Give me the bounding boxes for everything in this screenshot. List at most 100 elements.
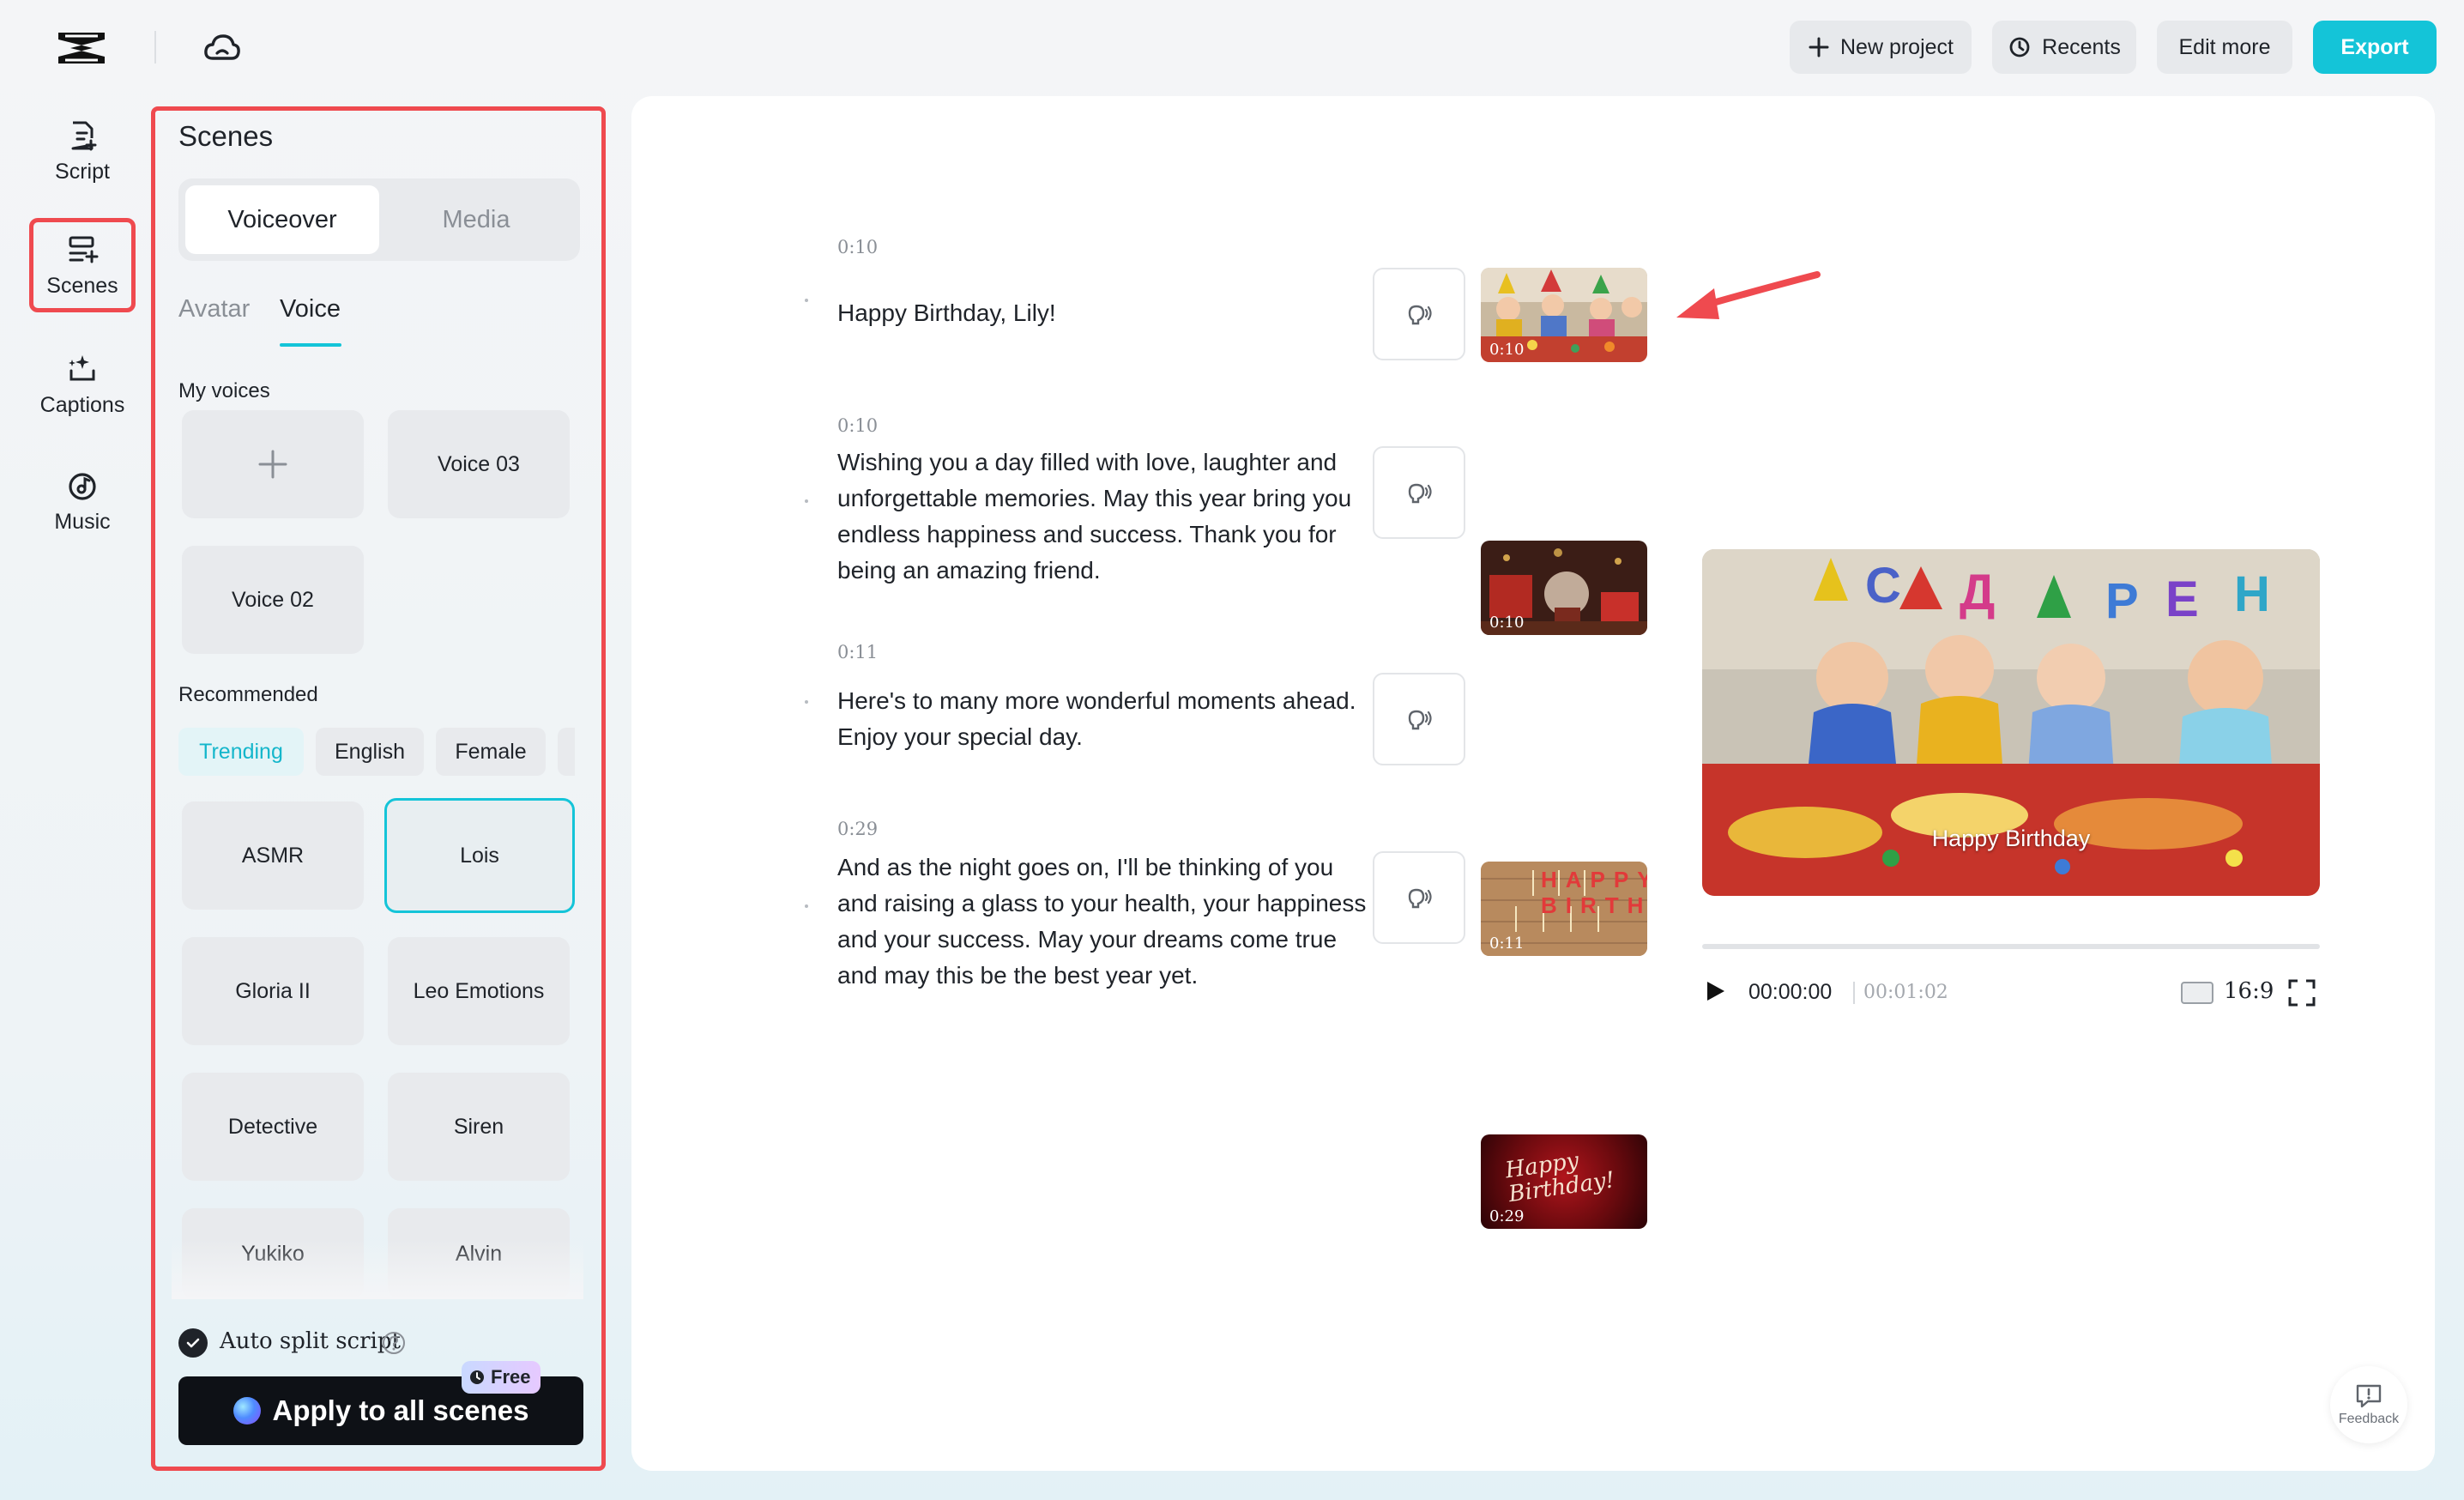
svg-text:Д: Д [1960,565,1995,620]
recents-button[interactable]: Recents [1992,21,2136,74]
total-time: 00:01:02 [1863,982,1948,1003]
voice-card-siren[interactable]: Siren [388,1073,570,1181]
help-icon[interactable] [381,1330,407,1356]
scene-1-handle[interactable] [805,299,808,302]
script-icon [71,121,97,150]
scene-2-voice-button[interactable] [1373,446,1465,539]
rail-item-scenes[interactable]: Scenes [29,218,136,312]
aspect-ratio-icon[interactable] [2181,982,2213,1004]
new-project-label: New project [1840,34,1954,59]
feedback-icon [2356,1384,2382,1408]
playback-progress-bar[interactable] [1702,944,2320,949]
scene-4-voice-button[interactable] [1373,851,1465,944]
panel-title: Scenes [178,120,274,152]
scene-3-thumb-letters: HAPPY BIRTHDAY [1541,867,1647,918]
current-time: 00:00:00 [1748,980,1833,1004]
scene-4-timestamp: 0:29 [837,819,879,839]
scene-3-voice-button[interactable] [1373,673,1465,765]
scenes-icon [69,236,99,263]
voice-speaker-icon [1408,305,1432,325]
scene-3-handle[interactable] [805,700,808,704]
voice-card-lois[interactable]: Lois [384,798,575,913]
play-icon [1707,982,1724,1001]
rail-item-captions[interactable]: Captions [29,336,136,432]
svg-text:Р: Р [2105,573,2139,629]
scene-3-text[interactable]: Here's to many more wonderful moments ah… [837,683,1369,755]
rail-item-script[interactable]: Script [29,103,136,199]
scene-2-handle[interactable] [805,499,808,503]
rail-item-captions-label: Captions [39,392,125,417]
edit-more-button[interactable]: Edit more [2157,21,2292,74]
clock-icon [470,1370,484,1384]
scene-4-handle[interactable] [805,904,808,908]
auto-split-checkbox[interactable] [178,1328,208,1358]
feedback-label: Feedback [2338,1412,2400,1426]
voice-speaker-icon [1408,710,1432,730]
preview-caption: Happy Birthday [1931,826,2091,851]
voice-speaker-icon [1408,888,1432,909]
auto-split-label: Auto split script [220,1328,401,1354]
recents-label: Recents [2042,34,2121,59]
voiceover-media-segmented-control: Voiceover Media [178,178,580,261]
scene-3-thumbnail[interactable]: HAPPY BIRTHDAY 0:11 [1481,862,1647,956]
music-icon [69,472,96,500]
tab-voiceover[interactable]: Voiceover [185,185,379,254]
rail-item-script-label: Script [55,159,110,184]
filter-chip-more[interactable] [558,728,575,776]
voice-card-asmr[interactable]: ASMR [182,801,364,910]
scene-1-thumbnail[interactable]: 0:10 [1481,268,1647,362]
voice-card-gloria-ii[interactable]: Gloria II [182,937,364,1045]
filter-chip-female[interactable]: Female [436,728,546,776]
filter-chip-english[interactable]: English [316,728,424,776]
voice-card-leo-emotions[interactable]: Leo Emotions [388,937,570,1045]
fullscreen-button[interactable] [2287,978,2316,1012]
add-voice-button[interactable] [182,410,364,518]
active-subtab-indicator [280,343,341,347]
aspect-ratio-label[interactable]: 16:9 [2224,978,2274,1004]
scene-1-text[interactable]: Happy Birthday, Lily! [837,295,1369,331]
plus-icon [258,450,287,479]
time-divider [1853,982,1855,1004]
video-preview[interactable]: C Д Р Е Н Happy Birthday [1702,549,2320,896]
subtab-avatar[interactable]: Avatar [178,295,250,324]
voice-card-voice-02[interactable]: Voice 02 [182,546,364,654]
history-icon [2009,37,2030,57]
apply-button-label: Apply to all scenes [272,1394,529,1426]
scene-3-timestamp: 0:11 [837,642,879,662]
annotation-arrow [1670,268,1824,332]
feedback-button[interactable]: Feedback [2330,1366,2407,1443]
voice-speaker-icon [1408,483,1432,504]
filter-chip-trending[interactable]: Trending [178,728,304,776]
fullscreen-icon [2288,979,2316,1007]
scene-1-timestamp: 0:10 [837,237,879,257]
scene-2-text[interactable]: Wishing you a day filled with love, laug… [837,445,1369,589]
scene-2-thumb-duration: 0:10 [1489,614,1525,632]
scene-4-text[interactable]: And as the night goes on, I'll be thinki… [837,850,1369,994]
svg-text:Н: Н [2234,566,2270,622]
svg-text:Е: Е [2165,572,2199,627]
export-button[interactable]: Export [2313,21,2437,74]
cloud-sync-icon[interactable] [202,31,242,65]
rail-item-music[interactable]: Music [29,453,136,549]
scene-1-voice-button[interactable] [1373,268,1465,360]
free-badge: Free [462,1361,541,1394]
play-button[interactable] [1702,978,1728,1004]
svg-text:C: C [1865,558,1901,614]
new-project-button[interactable]: New project [1790,21,1972,74]
capcut-logo-icon[interactable] [53,27,110,69]
scene-4-thumb-script: Happy Birthday! [1503,1147,1616,1208]
captions-icon [69,354,95,380]
voice-card-voice-03[interactable]: Voice 03 [388,410,570,518]
voice-card-detective[interactable]: Detective [182,1073,364,1181]
scene-3-thumb-duration: 0:11 [1489,934,1525,953]
scene-4-thumbnail[interactable]: Happy Birthday! 0:29 [1481,1134,1647,1229]
export-label: Export [2340,34,2409,59]
recommended-label: Recommended [178,683,318,706]
scene-2-thumbnail[interactable]: 0:10 [1481,541,1647,635]
subtab-voice[interactable]: Voice [280,295,341,324]
scene-4-thumb-duration: 0:29 [1489,1207,1525,1225]
rail-item-scenes-label: Scenes [46,273,118,298]
plus-icon [1809,37,1829,57]
my-voices-label: My voices [178,379,270,402]
tab-media[interactable]: Media [379,185,573,254]
